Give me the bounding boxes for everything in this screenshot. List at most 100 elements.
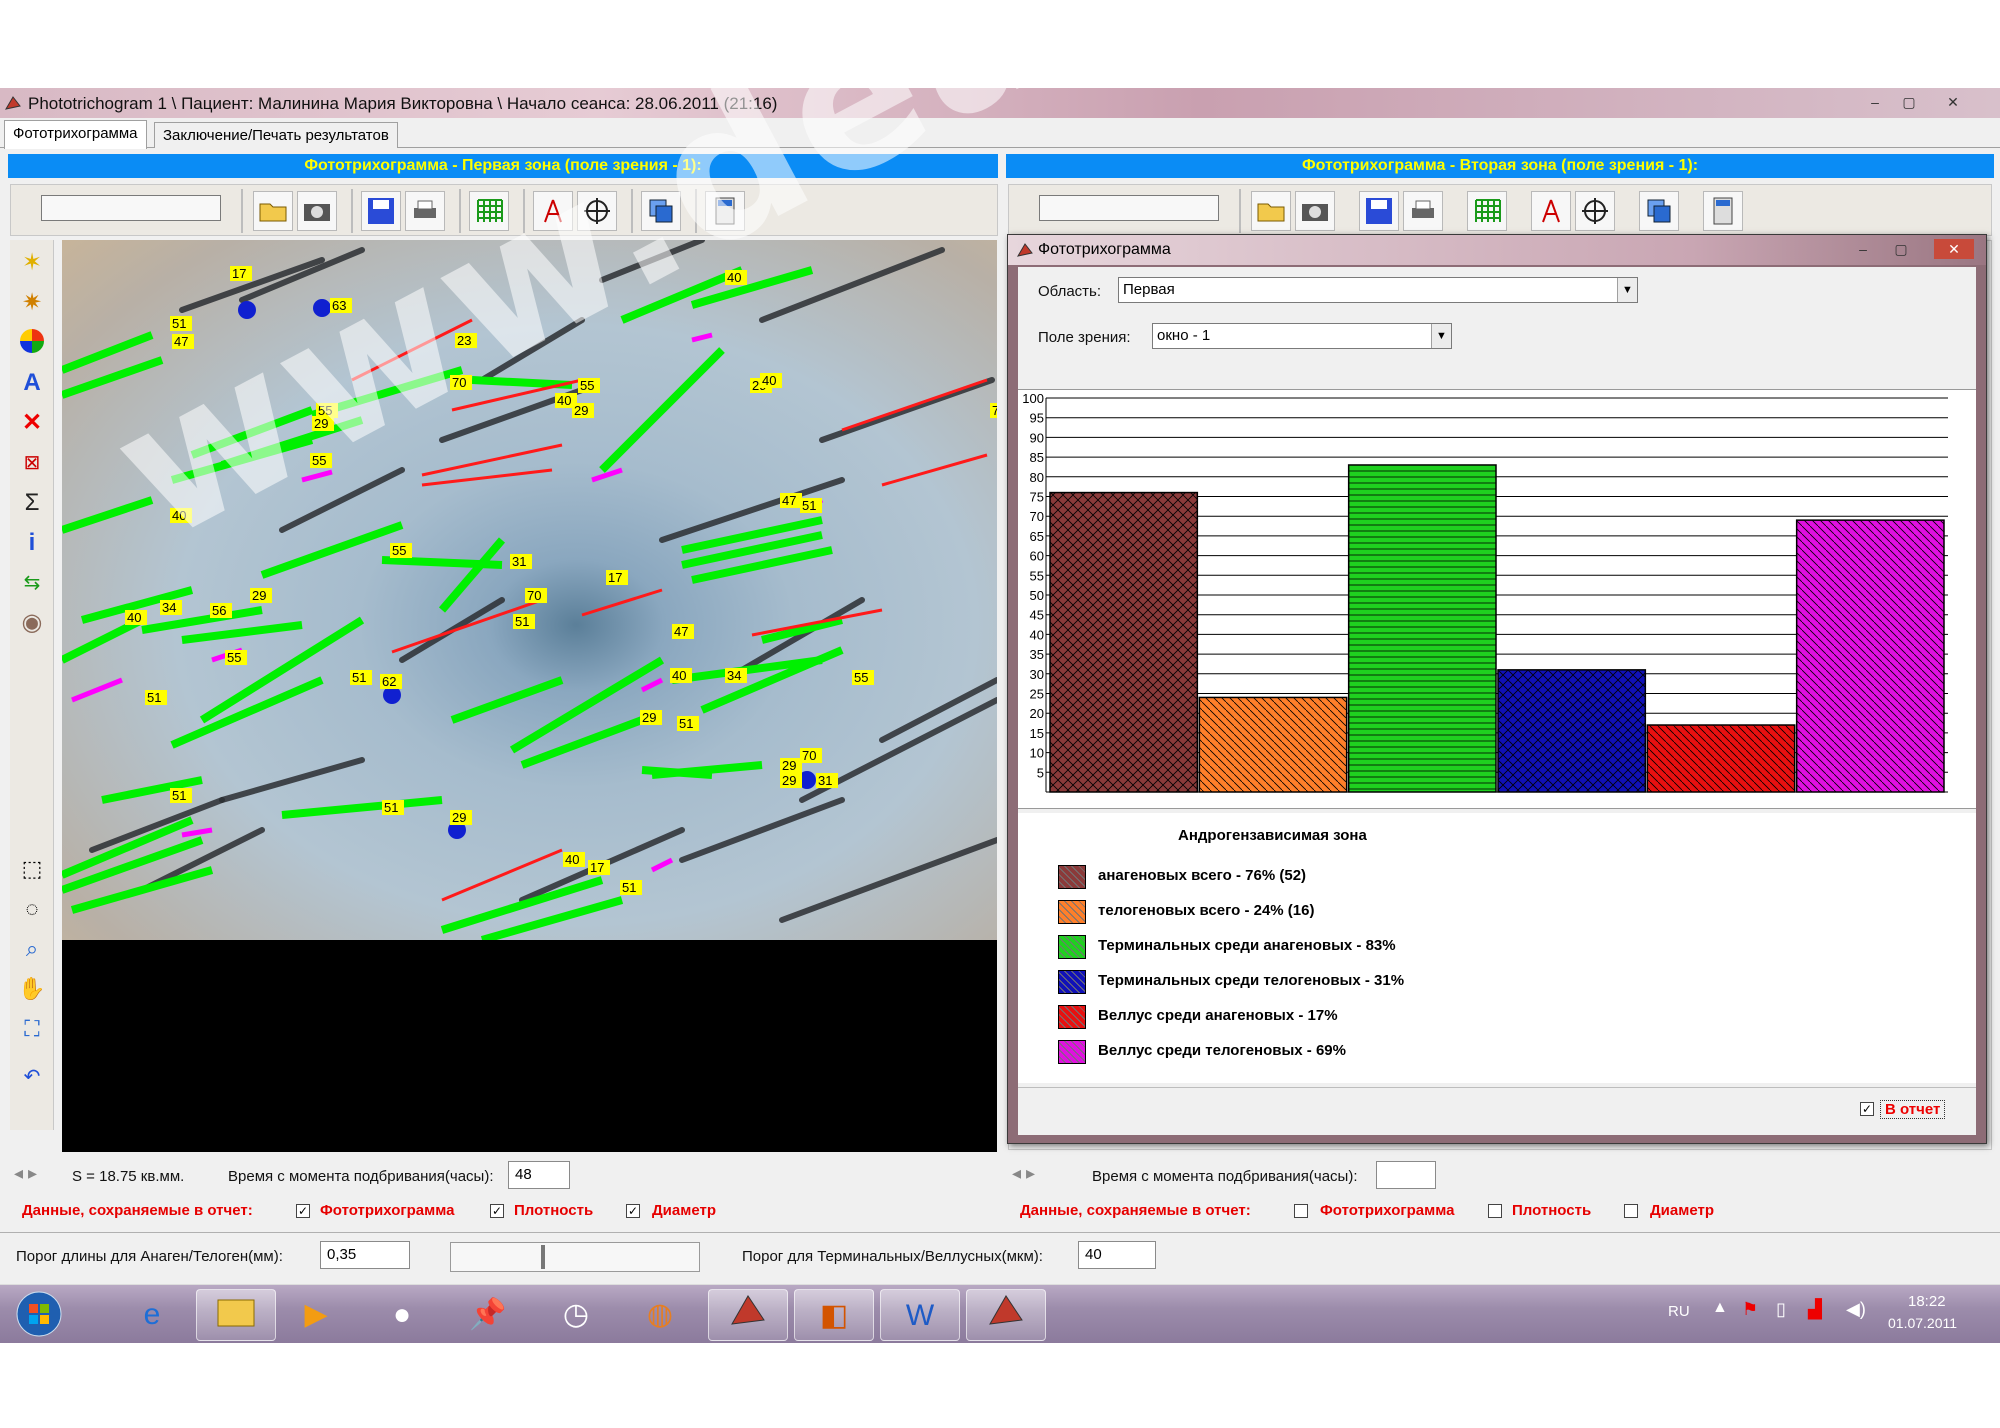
color-wheel-icon[interactable] <box>15 326 49 360</box>
report-checkbox[interactable]: ✓ <box>1860 1102 1874 1116</box>
clock-date[interactable]: 01.07.2011 <box>1888 1315 1957 1331</box>
camera-icon[interactable] <box>1295 191 1335 231</box>
length-threshold-input[interactable]: 0,35 <box>320 1241 410 1269</box>
tray-arrow-icon[interactable]: ▲ <box>1712 1299 1728 1317</box>
region-select[interactable]: Первая ▼ <box>1118 277 1638 303</box>
checkbox-diameter[interactable] <box>1624 1204 1638 1218</box>
dialog-close-button[interactable]: ✕ <box>1934 239 1974 259</box>
measurement-label: 51 <box>170 316 192 331</box>
report-checkbox-label[interactable]: В отчет <box>1880 1100 1946 1119</box>
network-icon[interactable]: ▟ <box>1808 1299 1822 1320</box>
label-value: 51 <box>515 614 529 629</box>
clock-time[interactable]: 18:22 <box>1908 1293 1946 1310</box>
pushpin-icon[interactable]: 📌 <box>448 1289 528 1341</box>
start-button[interactable] <box>4 1289 74 1341</box>
hair-strand <box>819 377 995 443</box>
delete-icon[interactable]: ✕ <box>15 406 49 440</box>
user-icon[interactable]: ● <box>362 1289 442 1341</box>
save-disk-icon[interactable] <box>361 191 401 231</box>
dialog-maximize-button[interactable]: ▢ <box>1888 239 1914 259</box>
info-icon[interactable]: i <box>15 526 49 560</box>
nav-arrows-icon[interactable]: ◂ ▸ <box>14 1163 37 1184</box>
magic-wand-icon[interactable]: ✶ <box>15 246 49 280</box>
compass-icon[interactable] <box>1531 191 1571 231</box>
minimize-button[interactable]: – <box>1862 92 1888 112</box>
fit-view-icon[interactable]: ⛶ <box>15 1012 49 1046</box>
hair-strand <box>779 837 997 923</box>
save-disk-icon[interactable] <box>1359 191 1399 231</box>
label-value: 55 <box>392 543 406 558</box>
checkbox-photo[interactable] <box>1294 1204 1308 1218</box>
label-value: 40 <box>557 393 571 408</box>
compass-icon[interactable] <box>533 191 573 231</box>
volume-icon[interactable]: ◀) <box>1846 1299 1866 1320</box>
swap-arrows-icon[interactable]: ⇆ <box>15 566 49 600</box>
lasso-icon[interactable]: ◌ <box>15 892 49 926</box>
left-slider-field[interactable] <box>41 195 221 221</box>
tab-conclusion-print[interactable]: Заключение/Печать результатов <box>154 122 398 148</box>
label-value: 29 <box>314 416 328 431</box>
hand-pan-icon[interactable]: ✋ <box>15 972 49 1006</box>
ie-icon[interactable]: e <box>112 1289 192 1341</box>
rect-select-icon[interactable]: ⬚ <box>15 852 49 886</box>
language-indicator[interactable]: RU <box>1668 1303 1690 1320</box>
clock-icon[interactable]: ◷ <box>536 1289 616 1341</box>
right-slider-field[interactable] <box>1039 195 1219 221</box>
label-value: 17 <box>590 860 604 875</box>
chart-legend: Андрогензависимая зона анагеновых всего … <box>1018 813 1976 1083</box>
y-tick-label: 80 <box>1030 470 1044 485</box>
close-button[interactable]: ✕ <box>1940 92 1966 112</box>
camera-icon[interactable] <box>297 191 337 231</box>
battery-icon[interactable]: ▯ <box>1776 1299 1786 1320</box>
time-input[interactable] <box>1376 1161 1436 1189</box>
time-input[interactable]: 48 <box>508 1161 570 1189</box>
delete-selection-icon[interactable]: ⊠ <box>15 446 49 480</box>
crosshair-icon[interactable] <box>1575 191 1615 231</box>
tray-flag-icon[interactable]: ⚑ <box>1742 1299 1758 1320</box>
open-folder-icon[interactable] <box>253 191 293 231</box>
explorer-icon[interactable] <box>196 1289 276 1341</box>
undo-icon[interactable]: ↶ <box>15 1060 49 1094</box>
checkbox-diameter[interactable]: ✓ <box>626 1204 640 1218</box>
measurement-label: 56 <box>210 603 232 618</box>
print-icon[interactable] <box>1403 191 1443 231</box>
powerpoint-icon[interactable]: ◧ <box>794 1289 874 1341</box>
text-tool-icon[interactable]: A <box>15 366 49 400</box>
field-select[interactable]: окно - 1 ▼ <box>1152 323 1452 349</box>
phototrichogram-task-icon[interactable] <box>708 1289 788 1341</box>
slider-thumb[interactable] <box>541 1245 545 1269</box>
area-label: S = 18.75 кв.мм. <box>72 1168 185 1185</box>
layers-icon[interactable] <box>1639 191 1679 231</box>
phototrichogram-task-icon-2[interactable] <box>966 1289 1046 1341</box>
crosshair-icon[interactable] <box>577 191 617 231</box>
grid-icon[interactable] <box>469 191 509 231</box>
checkbox-photo[interactable]: ✓ <box>296 1204 310 1218</box>
trichoscopy-image[interactable]: 1763405147237055402955291729705540514055… <box>62 240 997 940</box>
vellus-hair-line <box>691 332 713 343</box>
vellus-hair-line <box>301 469 333 483</box>
zoom-icon[interactable]: ⌕ <box>15 932 49 966</box>
threshold-slider[interactable] <box>450 1242 700 1272</box>
open-folder-icon[interactable] <box>1251 191 1291 231</box>
eye-icon[interactable]: ◉ <box>15 606 49 640</box>
magic-wand-alt-icon[interactable]: ✷ <box>15 286 49 320</box>
word-icon[interactable]: W <box>880 1289 960 1341</box>
print-icon[interactable] <box>405 191 445 231</box>
nav-arrows-icon[interactable]: ◂ ▸ <box>1012 1163 1035 1184</box>
layers-icon[interactable] <box>641 191 681 231</box>
media-player-icon[interactable]: ▶ <box>276 1289 356 1341</box>
maximize-button[interactable]: ▢ <box>1896 92 1922 112</box>
diameter-threshold-input[interactable]: 40 <box>1078 1241 1156 1269</box>
calculator-icon[interactable] <box>1703 191 1743 231</box>
sum-icon[interactable]: Σ <box>15 486 49 520</box>
checkbox-density[interactable] <box>1488 1204 1502 1218</box>
tab-phototrichogram[interactable]: Фототрихограмма <box>4 120 147 149</box>
calculator-icon[interactable] <box>705 191 745 231</box>
checkbox-density[interactable]: ✓ <box>490 1204 504 1218</box>
taskbar: e ▶ ● 📌 ◷ ◍ ◧ W RU ▲ ⚑ ▯ ▟ ◀) 18:22 01.0… <box>0 1284 2000 1343</box>
dialog-minimize-button[interactable]: – <box>1850 239 1876 259</box>
firefox-icon[interactable]: ◍ <box>620 1289 700 1341</box>
grid-icon[interactable] <box>1467 191 1507 231</box>
legend-title: Андрогензависимая зона <box>1178 827 1367 844</box>
label-value: 29 <box>642 710 656 725</box>
